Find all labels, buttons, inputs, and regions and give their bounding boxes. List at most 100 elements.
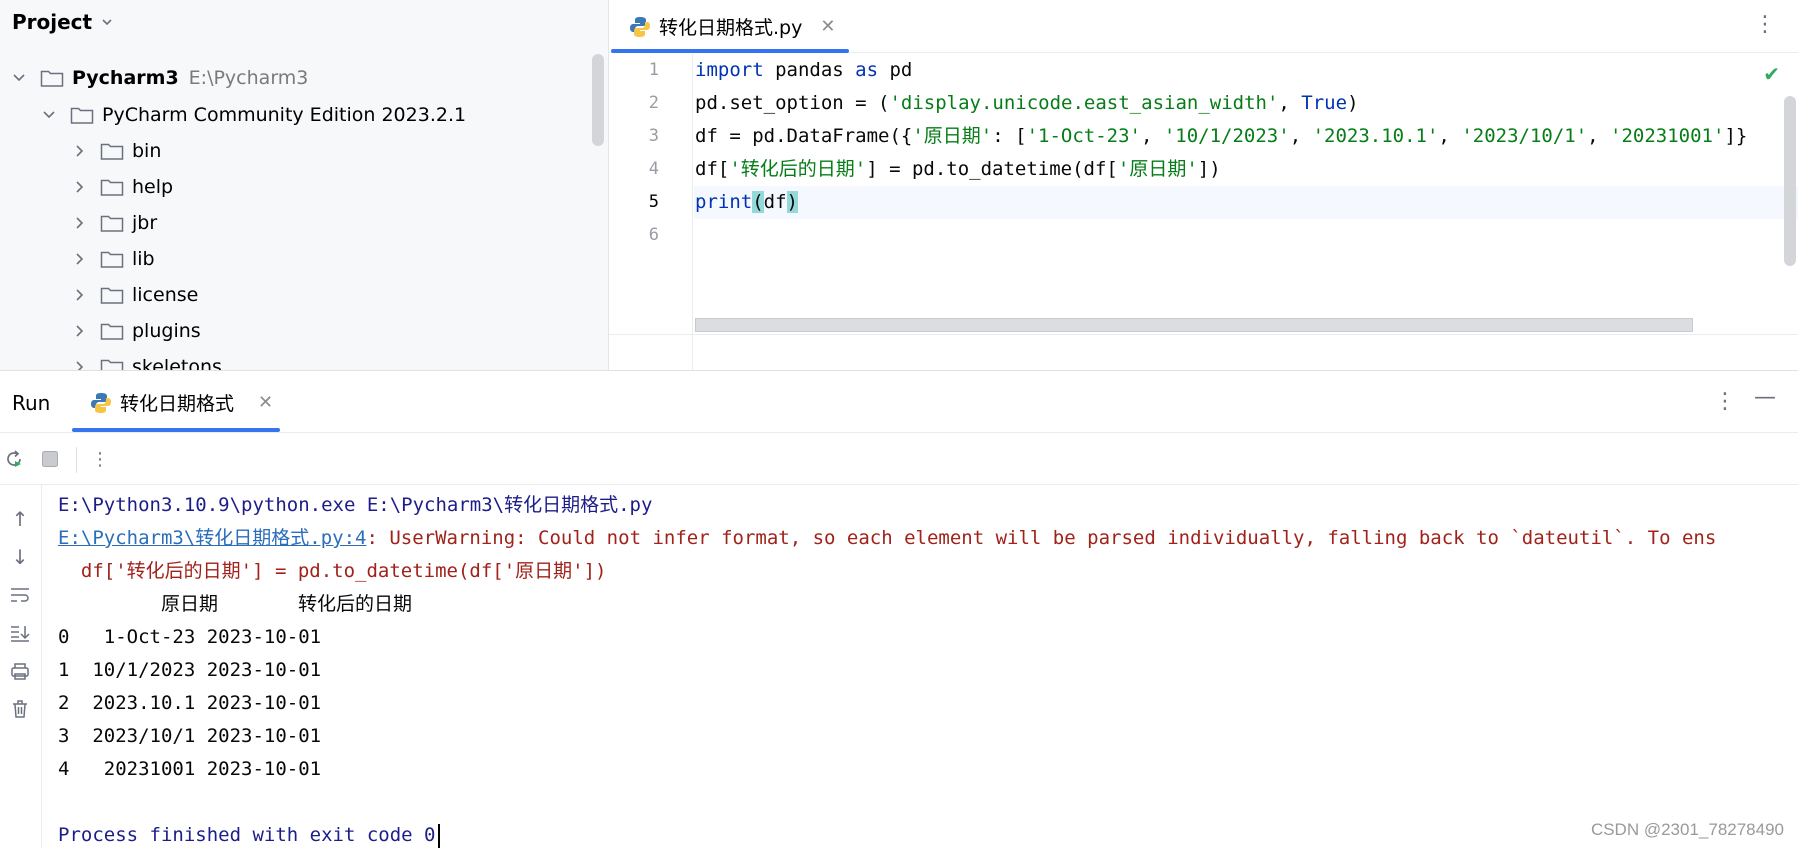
print-icon[interactable] <box>6 657 34 685</box>
console-exit-line[interactable]: Process finished with exit code 0 <box>58 819 440 848</box>
chevron-right-icon <box>76 181 84 193</box>
more-options-icon[interactable]: ⋮ <box>88 447 112 471</box>
tree-item-folder[interactable]: bin <box>72 134 161 168</box>
chevron-down-icon <box>43 111 55 119</box>
run-header: Run 转化日期格式 ✕ ⋮ — <box>0 371 1798 433</box>
more-options-icon[interactable]: ⋮ <box>1714 389 1736 414</box>
tree-item-label: PyCharm Community Edition 2023.2.1 <box>102 104 467 126</box>
more-options-icon[interactable]: ⋮ <box>1754 12 1776 37</box>
console-table-row: 2 2023.10.1 2023-10-01 <box>58 692 322 714</box>
run-tab-label: 转化日期格式 <box>120 393 235 415</box>
tab-convert-date-format[interactable]: 转化日期格式.py ✕ <box>629 0 835 53</box>
arrow-down-icon[interactable]: ↓ <box>6 543 34 571</box>
code-line-4[interactable]: df['转化后的日期'] = pd.to_datetime(df['原日期']) <box>695 153 1221 186</box>
editor-tab-bar: 转化日期格式.py ✕ ⋮ <box>609 0 1798 53</box>
tree-item-label: help <box>132 176 174 198</box>
text-cursor <box>437 823 440 848</box>
trash-icon[interactable] <box>6 695 34 723</box>
line-number-gutter: 1 2 3 4 5 6 <box>609 54 693 370</box>
editor-horizontal-scrollbar[interactable] <box>695 318 1693 332</box>
line-number: 5 <box>648 192 659 212</box>
chevron-right-icon <box>76 217 84 229</box>
python-file-icon <box>630 16 650 37</box>
folder-icon <box>100 251 124 268</box>
folder-icon <box>40 70 64 87</box>
soft-wrap-icon[interactable] <box>6 581 34 609</box>
chevron-right-icon <box>76 253 84 265</box>
tree-item-folder[interactable]: license <box>72 278 198 312</box>
arrow-up-icon[interactable]: ↑ <box>6 505 34 533</box>
tree-item-label: skeletons <box>132 356 222 370</box>
line-number: 2 <box>648 93 659 113</box>
line-number: 4 <box>648 159 659 179</box>
python-icon <box>91 392 111 413</box>
console-table-row: 1 10/1/2023 2023-10-01 <box>58 659 322 681</box>
active-tab-indicator <box>611 49 849 53</box>
minimize-icon[interactable]: — <box>1754 385 1776 410</box>
tree-item-label: jbr <box>132 212 158 234</box>
console-table-row: 4 20231001 2023-10-01 <box>58 758 322 780</box>
chevron-right-icon <box>76 361 84 370</box>
code-line-5[interactable]: print(df) <box>695 186 798 219</box>
tree-item-folder[interactable]: lib <box>72 242 155 276</box>
console-table-row: 0 1-Oct-23 2023-10-01 <box>58 626 322 648</box>
toolbar-separator <box>76 447 77 473</box>
tree-item-label: plugins <box>132 320 201 342</box>
chevron-right-icon <box>76 289 84 301</box>
folder-icon <box>100 179 124 196</box>
folder-icon <box>100 143 124 160</box>
tree-item-path: E:\Pycharm3 <box>188 67 309 89</box>
scroll-to-end-icon[interactable] <box>6 619 34 647</box>
folder-icon <box>70 107 94 124</box>
file-link[interactable]: E:\Pycharm3\转化日期格式.py:4 <box>58 527 366 549</box>
watermark: CSDN @2301_78278490 <box>1590 820 1784 839</box>
chevron-down-icon <box>13 74 25 82</box>
console-command-line: E:\Python3.10.9\python.exe E:\Pycharm3\转… <box>58 494 653 516</box>
console-warning-line: E:\Pycharm3\转化日期格式.py:4: UserWarning: Co… <box>58 527 1717 549</box>
code-line-1[interactable]: import pandas as pd <box>695 54 912 87</box>
line-number: 3 <box>648 126 659 146</box>
tree-item-pycharm-community[interactable]: PyCharm Community Edition 2023.2.1 <box>42 98 466 132</box>
line-number: 6 <box>648 225 659 245</box>
console-table-row: 3 2023/10/1 2023-10-01 <box>58 725 322 747</box>
stop-icon[interactable] <box>38 447 62 471</box>
folder-icon <box>100 215 124 232</box>
tree-item-label: Pycharm3 <box>72 67 179 89</box>
chevron-right-icon <box>76 325 84 337</box>
run-title: Run <box>12 391 51 415</box>
rerun-icon[interactable] <box>2 447 26 471</box>
current-line-highlight <box>694 186 1798 219</box>
tree-item-label: bin <box>132 140 162 162</box>
project-panel: Project Pycharm3 E:\Pycharm3 PyCharm Com… <box>0 0 608 370</box>
close-icon[interactable]: ✕ <box>820 16 835 37</box>
console-table-header: 原日期 转化后的日期 <box>58 593 413 615</box>
tree-item-folder[interactable]: skeletons <box>72 350 222 370</box>
code-line-3[interactable]: df = pd.DataFrame({'原日期': ['1-Oct-23', '… <box>695 120 1747 153</box>
folder-icon <box>100 323 124 340</box>
run-tab[interactable]: 转化日期格式 ✕ <box>90 389 273 416</box>
code-line-2[interactable]: pd.set_option = ('display.unicode.east_a… <box>695 87 1359 120</box>
editor-divider <box>609 334 1798 335</box>
run-side-toolbar: ↑ ↓ <box>0 485 42 848</box>
chevron-right-icon <box>76 145 84 157</box>
folder-icon <box>100 359 124 370</box>
line-number: 1 <box>648 60 659 80</box>
editor-vertical-scrollbar[interactable] <box>1784 96 1796 266</box>
tab-label: 转化日期格式.py <box>659 17 803 39</box>
tree-item-pycharm3[interactable]: Pycharm3 E:\Pycharm3 <box>12 61 308 95</box>
folder-icon <box>100 287 124 304</box>
tree-item-folder[interactable]: jbr <box>72 206 157 240</box>
tree-item-folder[interactable]: plugins <box>72 314 201 348</box>
project-view-selector[interactable]: Project <box>12 10 114 34</box>
tree-item-folder[interactable]: help <box>72 170 173 204</box>
tree-item-label: license <box>132 284 199 306</box>
close-icon[interactable]: ✕ <box>258 392 273 413</box>
active-run-tab-indicator <box>72 428 280 432</box>
run-tool-window: Run 转化日期格式 ✕ ⋮ — ⋮ ↑ ↓ E:\Python3.10.9\p… <box>0 370 1798 848</box>
project-scrollbar[interactable] <box>592 54 604 146</box>
chevron-down-icon <box>102 19 112 26</box>
editor-panel: 转化日期格式.py ✕ ⋮ 1 2 3 4 5 6 import pandas … <box>608 0 1798 370</box>
tree-item-label: lib <box>132 248 155 270</box>
run-toolbar: ⋮ <box>0 433 1798 485</box>
checkmark-icon[interactable]: ✔ <box>1763 62 1780 86</box>
